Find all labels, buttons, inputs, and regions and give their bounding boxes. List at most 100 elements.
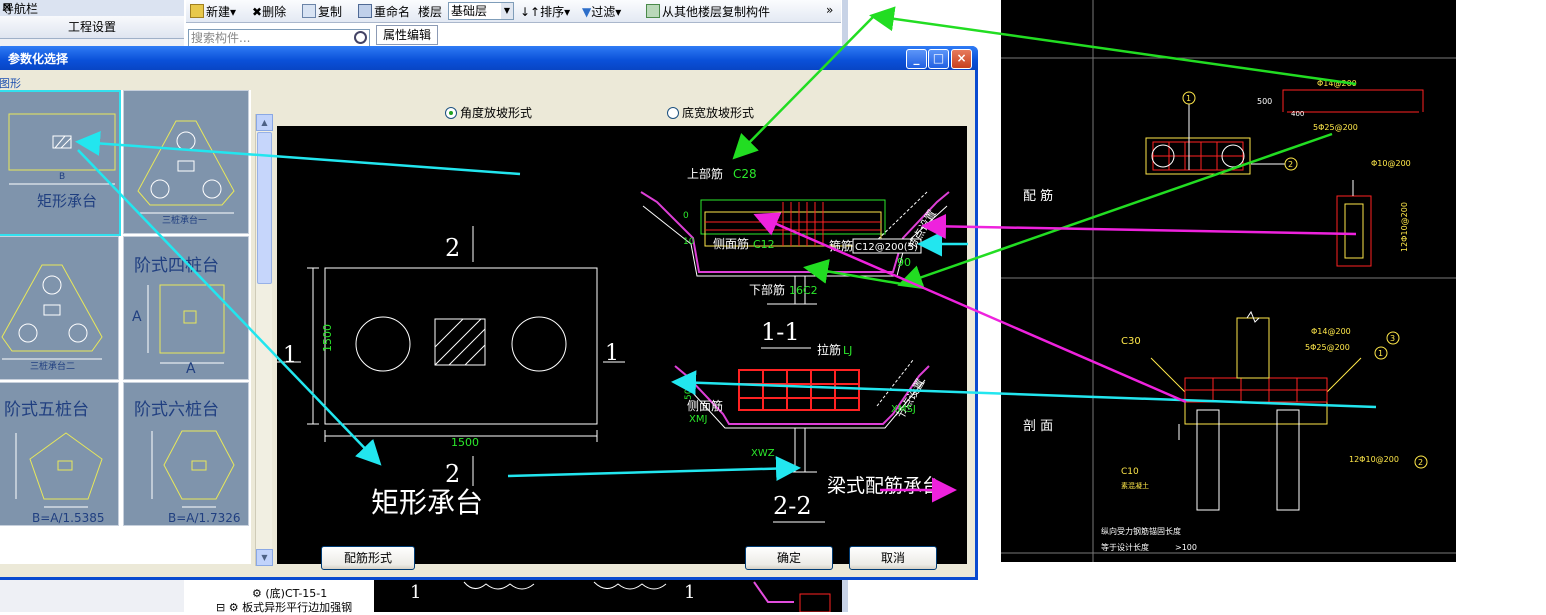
callout-3: 3 — [1390, 334, 1395, 343]
callout-2-section: 2 — [1418, 458, 1423, 467]
rename-button[interactable]: 重命名 — [358, 3, 410, 20]
floor-label: 楼层 — [418, 5, 443, 19]
chevron-down-icon: ▼ — [501, 3, 513, 19]
dim-width: 1500 — [451, 436, 479, 449]
section-1-1-title: 1-1 — [761, 318, 800, 346]
callout-2: 2 — [1288, 160, 1293, 169]
floor-value: 基础层 — [451, 4, 488, 18]
section-mark-bottom: 2 — [445, 460, 460, 488]
section-mark-top: 2 — [445, 234, 460, 262]
floor-select[interactable]: 基础层 ▼ — [448, 2, 514, 20]
scroll-thumb[interactable] — [257, 132, 272, 284]
cad-view-bottom: 1 1 — [374, 580, 842, 613]
tab-property-edit[interactable]: 属性编辑 — [376, 25, 438, 45]
tile-label: 矩形承台 — [37, 192, 98, 210]
scroll-down-button[interactable]: ▼ — [256, 549, 273, 566]
copy-label: 复制 — [318, 5, 343, 19]
shape-tile-3pile-1[interactable]: 三桩承台一 — [123, 90, 249, 234]
dialog-titlebar[interactable]: 参数化选择 _ □ × — [0, 46, 978, 70]
rebar-form-button[interactable]: 配筋形式 — [321, 546, 415, 570]
sort-button[interactable]: ↓↑排序▾ — [520, 3, 570, 20]
xmj-label: XMJ — [689, 414, 707, 425]
dim-10: 10 — [683, 237, 695, 247]
side-mark-right: 1 — [605, 341, 619, 366]
three-pile-cap-icon — [137, 120, 235, 214]
minimize-button[interactable]: _ — [906, 49, 927, 69]
rename-icon — [358, 4, 372, 18]
copy-floor-icon — [646, 4, 660, 18]
shape-tile-3pile-2[interactable]: 三桩承台二 — [0, 236, 119, 380]
shape-tile-step-5pile[interactable]: 阶式五桩台 B=A/1.5385 — [0, 382, 119, 526]
side-mark-left: 1 — [283, 343, 297, 368]
tile-label: 三桩承台一 — [162, 216, 208, 226]
close-icon[interactable]: × — [2, 0, 12, 14]
top-rebar-value: C28 — [733, 167, 757, 181]
rect-cap-icon — [8, 113, 116, 185]
plan-title: 矩形承台 — [371, 486, 483, 519]
search-input[interactable]: 搜索构件... — [188, 29, 370, 47]
svg-text:1: 1 — [684, 582, 695, 603]
search-icon[interactable] — [354, 31, 367, 44]
rebar-5-label: 5Φ25@200 — [1313, 123, 1358, 132]
rebar-top-label: Φ14@200 — [1317, 79, 1357, 88]
top-rebar-label: 上部筋 — [687, 166, 723, 181]
sort-label: 排序 — [540, 5, 565, 19]
new-label: 新建 — [206, 5, 231, 19]
side-rebar-value: C12 — [753, 238, 775, 251]
copy-from-floor-button[interactable]: 从其他楼层复制构件 — [646, 3, 770, 20]
shape-section-label: 图形 — [0, 77, 21, 90]
copy-icon — [302, 4, 316, 18]
rename-label: 重命名 — [374, 5, 411, 19]
section-rebar-25: 5Φ25@200 — [1305, 343, 1350, 352]
shape-tile-rect-cap[interactable]: B 矩形承台 — [0, 90, 121, 236]
stirrup-label: 箍筋 — [829, 238, 853, 253]
xmsj-label: XMSJ — [891, 404, 916, 415]
radio-angle-label: 角度放坡形式 — [460, 106, 533, 120]
project-settings-button[interactable]: 工程设置 — [0, 16, 184, 39]
scroll-up-button[interactable]: ▲ — [256, 114, 273, 131]
ok-button[interactable]: 确定 — [745, 546, 833, 570]
concrete-c10-sub: 素混凝土 — [1121, 481, 1149, 490]
radio-width-slope[interactable]: 底宽放坡形式 — [667, 104, 754, 121]
cad-preview-svg: 2 2 1 1 1500 1500 矩形承台 上部筋 C28 侧面筋 C12 箍… — [277, 166, 950, 523]
side-rebar-label: 侧面筋 — [713, 236, 749, 251]
bottom-rebar-value: 16C2 — [789, 284, 818, 297]
label-reinforcement: 配 筋 — [1023, 188, 1053, 204]
filter-button[interactable]: ▼过滤▾ — [582, 3, 621, 20]
concrete-c10-label: C10 — [1121, 467, 1139, 477]
dialog-title: 参数化选择 — [8, 52, 69, 66]
radio-dot — [667, 107, 679, 119]
toolbar-overflow-button[interactable]: » — [826, 3, 833, 17]
cad-bottom-drawing: 1 1 — [410, 581, 831, 613]
anchor-note-3: >100 — [1175, 543, 1197, 552]
beam-cap-label: 梁式配筋承台 — [827, 475, 941, 497]
new-icon — [190, 4, 204, 18]
slope-mode-group: 角度放坡形式 底宽放坡形式 — [277, 100, 967, 122]
component-tree: ⚙ (底)CT-15-1 ⊟ ⚙ 板式异形平行边加强钢 — [184, 580, 374, 615]
radio-width-label: 底宽放坡形式 — [682, 106, 755, 120]
gallery-scrollbar[interactable]: ▲ ▼ — [255, 114, 273, 566]
delete-button[interactable]: ✖删除 — [252, 3, 286, 20]
dim-500: 500 — [684, 383, 694, 400]
rebar-12-label: 12Φ10@200 — [1400, 202, 1409, 252]
new-button[interactable]: 新建▾ — [190, 3, 236, 20]
svg-text:1: 1 — [410, 582, 421, 603]
tree-item-label: 板式异形平行边加强钢 — [242, 601, 353, 614]
maximize-button[interactable]: □ — [928, 49, 949, 69]
close-button[interactable]: × — [951, 49, 972, 69]
tree-item[interactable]: ⊟ ⚙ 板式异形平行边加强钢 — [216, 599, 352, 615]
tile-label: 三桩承台二 — [30, 362, 76, 372]
shape-gallery: B 矩形承台 三桩承台一 三桩承台二 阶式四桩台 A A 阶式五桩台 B=A/1… — [0, 90, 251, 564]
tile-formula: B=A/1.5385 — [32, 511, 105, 525]
radio-angle-slope[interactable]: 角度放坡形式 — [445, 104, 532, 121]
tile-dim-label: A — [132, 309, 142, 325]
dialog-body: 图形 B 矩形承台 三桩承台一 三桩承台二 阶式四桩台 A A 阶式五桩台 B=… — [0, 70, 975, 577]
cancel-button[interactable]: 取消 — [849, 546, 937, 570]
delete-label: 删除 — [262, 5, 287, 19]
shape-tile-step-6pile[interactable]: 阶式六桩台 B=A/1.7326 — [123, 382, 249, 526]
copy-button[interactable]: 复制 — [302, 3, 342, 20]
filter-icon: ▼ — [582, 5, 592, 19]
shape-tile-step-4pile[interactable]: 阶式四桩台 A A — [123, 236, 249, 380]
rebar-10-label: Φ10@200 — [1371, 159, 1411, 168]
filter-label: 过滤 — [591, 5, 616, 19]
